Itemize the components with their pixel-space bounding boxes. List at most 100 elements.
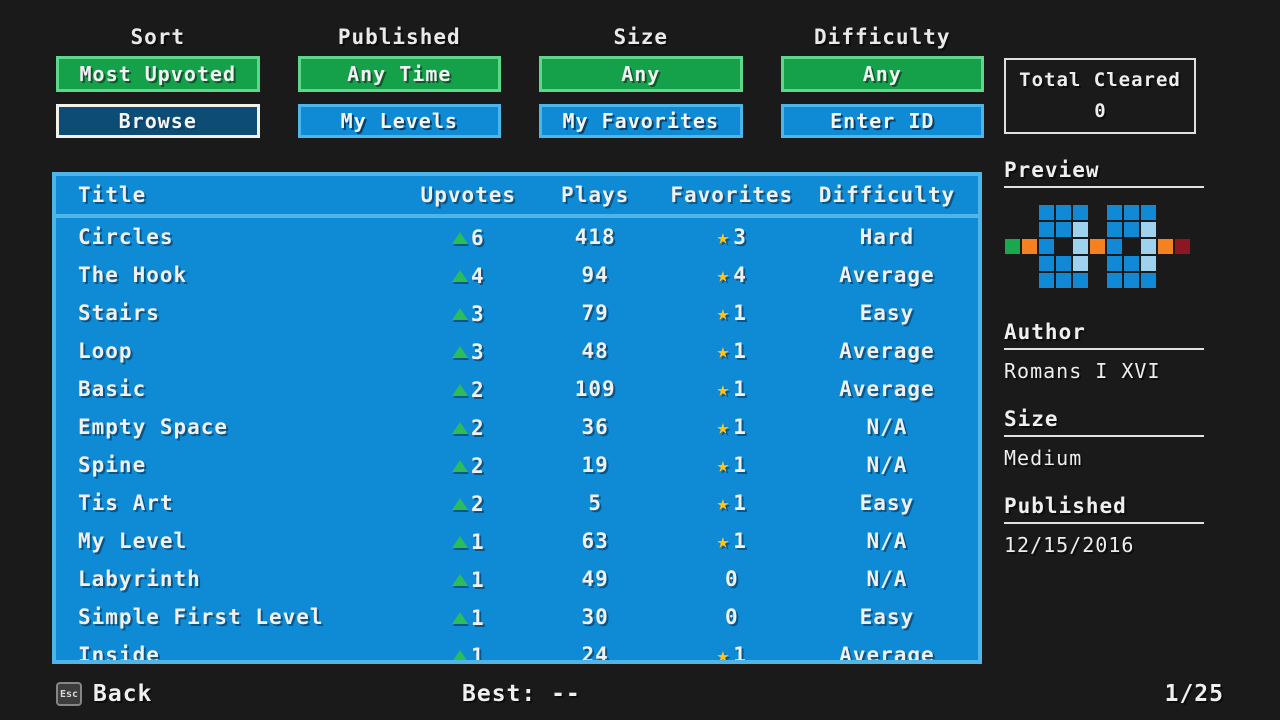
cell-title: Labyrinth: [78, 567, 201, 591]
favorite-count: 1: [733, 529, 747, 554]
preview-cell-blue-light: [1072, 255, 1089, 272]
tab-browse[interactable]: Browse: [56, 104, 260, 138]
dropdown-published[interactable]: Any Time: [297, 56, 501, 92]
favorite-count: 1: [733, 415, 747, 440]
cell-plays: 30: [581, 605, 609, 629]
published-value: 12/15/2016: [1004, 533, 1135, 557]
dropdown-size[interactable]: Any: [539, 56, 743, 92]
dropdown-value-sort: Most Upvoted: [59, 59, 257, 89]
table-row[interactable]: The Hook 4 94 ★ 4 Average: [56, 256, 978, 294]
preview-cell-blue-light: [1140, 221, 1157, 238]
preview-cell-blue-dark: [1123, 221, 1140, 238]
cell-title: Tis Art: [78, 491, 174, 515]
table-row[interactable]: Stairs 3 79 ★ 1 Easy: [56, 294, 978, 332]
favorite-star-icon: ★: [716, 338, 731, 363]
sidebar: Total Cleared 0 Preview Author Romans I …: [1004, 58, 1260, 557]
cell-difficulty: Easy: [859, 301, 915, 325]
favorite-count: 1: [733, 301, 747, 326]
best-score-label: Best: --: [462, 681, 581, 707]
tab-my-levels[interactable]: My Levels: [297, 104, 501, 138]
table-row[interactable]: Empty Space 2 36 ★ 1 N/A: [56, 408, 978, 446]
favorite-count: 1: [733, 377, 747, 402]
cell-plays: 63: [581, 529, 609, 553]
cell-plays: 418: [574, 225, 616, 249]
dropdown-sort[interactable]: Most Upvoted: [56, 56, 260, 92]
column-header-title[interactable]: Title: [78, 183, 400, 207]
table-row[interactable]: Circles 6 418 ★ 3 Hard: [56, 218, 978, 256]
upvote-count: 4: [470, 263, 485, 288]
table-row[interactable]: Spine 2 19 ★ 1 N/A: [56, 446, 978, 484]
preview-cell-blue-dark: [1140, 204, 1157, 221]
preview-cell-blue-dark: [1123, 204, 1140, 221]
upvote-count: 2: [470, 377, 485, 402]
favorite-count: 3: [733, 225, 747, 250]
column-header-favorites[interactable]: Favorites: [654, 183, 810, 207]
tab-label-browse: Browse: [59, 107, 257, 135]
cell-title: Empty Space: [78, 415, 229, 439]
upvote-triangle-icon: [451, 611, 468, 624]
table-row[interactable]: Labyrinth 1 49 0 N/A: [56, 560, 978, 598]
cell-favorites: ★ 1: [654, 377, 810, 402]
cell-difficulty: N/A: [866, 453, 908, 477]
favorite-count: 0: [724, 605, 739, 629]
author-value: Romans I XVI: [1004, 359, 1161, 383]
column-header-difficulty[interactable]: Difficulty: [810, 183, 964, 207]
filter-group-published: Published Any Time My Levels: [297, 24, 501, 138]
cell-title: Circles: [78, 225, 174, 249]
cell-difficulty: N/A: [866, 529, 908, 553]
table-row[interactable]: Loop 3 48 ★ 1 Average: [56, 332, 978, 370]
tab-label-enter-id: Enter ID: [783, 107, 981, 135]
tab-enter-id[interactable]: Enter ID: [780, 104, 984, 138]
preview-cell-blue-dark: [1038, 238, 1055, 255]
cell-favorites: ★ 1: [654, 301, 810, 326]
favorite-star-icon: ★: [716, 224, 731, 249]
size-heading: Size: [1004, 407, 1204, 437]
table-row[interactable]: Inside 1 24 ★ 1 Average: [56, 636, 978, 660]
upvote-triangle-icon: [451, 421, 468, 434]
cell-upvotes: 2: [400, 453, 537, 478]
upvote-triangle-icon: [451, 231, 468, 244]
table-row[interactable]: My Level 1 63 ★ 1 N/A: [56, 522, 978, 560]
preview-cell-blue-dark: [1038, 221, 1055, 238]
dropdown-difficulty[interactable]: Any: [780, 56, 984, 92]
cell-difficulty: Average: [839, 263, 935, 287]
back-button[interactable]: Esc Back: [56, 681, 152, 707]
upvote-triangle-icon: [451, 269, 468, 282]
cell-plays: 19: [581, 453, 609, 477]
cell-upvotes: 2: [400, 377, 537, 402]
favorite-star-icon: ★: [716, 642, 731, 660]
table-row[interactable]: Simple First Level 1 30 0 Easy: [56, 598, 978, 636]
table-row[interactable]: Basic 2 109 ★ 1 Average: [56, 370, 978, 408]
cell-title: Spine: [78, 453, 147, 477]
favorite-count: 1: [733, 491, 747, 516]
total-cleared-label: Total Cleared: [1019, 69, 1181, 91]
tab-my-favorites[interactable]: My Favorites: [539, 104, 743, 138]
cell-upvotes: 2: [400, 491, 537, 516]
favorite-count: 1: [733, 453, 747, 478]
size-value: Medium: [1004, 446, 1083, 470]
preview-cell-blue-dark: [1140, 272, 1157, 289]
filter-label-size: Size: [613, 25, 669, 49]
author-heading: Author: [1004, 320, 1204, 350]
preview-cell-orange: [1157, 238, 1174, 255]
cell-favorites: ★ 1: [654, 338, 810, 363]
table-row[interactable]: Tis Art 2 5 ★ 1 Easy: [56, 484, 978, 522]
column-header-upvotes[interactable]: Upvotes: [400, 183, 537, 207]
cell-difficulty: N/A: [866, 415, 908, 439]
cell-difficulty: Average: [839, 643, 935, 660]
cell-upvotes: 2: [400, 415, 537, 440]
preview-cell-orange: [1089, 238, 1106, 255]
upvote-count: 1: [470, 567, 485, 592]
preview-cell-orange: [1021, 238, 1038, 255]
preview-heading: Preview: [1004, 158, 1204, 188]
column-header-plays[interactable]: Plays: [537, 183, 654, 207]
cell-plays: 48: [581, 339, 609, 363]
upvote-count: 6: [470, 225, 485, 250]
cell-difficulty: N/A: [866, 567, 908, 591]
preview-cell-blue-dark: [1072, 272, 1089, 289]
cell-favorites: 0: [654, 567, 810, 591]
cell-upvotes: 1: [400, 605, 537, 630]
preview-cell-blue-dark: [1055, 204, 1072, 221]
published-heading: Published: [1004, 494, 1204, 524]
favorite-count: 1: [733, 643, 747, 660]
